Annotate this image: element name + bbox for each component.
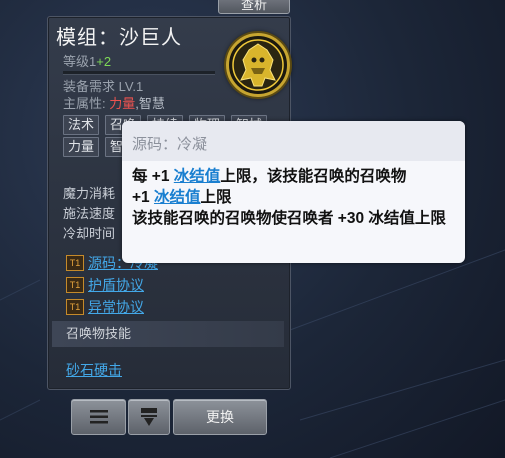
tier-badge-icon: T1 bbox=[66, 277, 84, 293]
keyword-freeze-value[interactable]: 冰结值 bbox=[174, 168, 221, 185]
summon-skill-link[interactable]: 砂石硬击 bbox=[66, 360, 122, 380]
attr-prefix: 主属性: bbox=[63, 96, 110, 111]
main-attribute: 主属性: 力量,智慧 bbox=[63, 93, 165, 112]
level-prefix: 等级 bbox=[63, 54, 90, 69]
swap-button[interactable] bbox=[128, 399, 170, 435]
tooltip-text: 每 +1 bbox=[132, 168, 174, 185]
tooltip-source: 源码：冷凝 bbox=[132, 136, 208, 153]
keyword-freeze-value[interactable]: 冰结值 bbox=[154, 189, 201, 206]
tooltip-body: 每 +1 冰结值上限，该技能召唤的召唤物 +1 冰结值上限 该技能召唤的召唤物使… bbox=[132, 166, 458, 229]
inspect-tab[interactable]: 查析 bbox=[218, 0, 290, 14]
keyword-tooltip: 源码：冷凝 每 +1 冰结值上限，该技能召唤的召唤物 +1 冰结值上限 该技能召… bbox=[122, 121, 465, 263]
tier-badge-icon: T1 bbox=[66, 299, 84, 315]
attr-secondary: 智慧 bbox=[138, 96, 165, 111]
level-bonus: +2 bbox=[96, 54, 112, 69]
tooltip-header: 源码：冷凝 bbox=[122, 121, 465, 161]
stat-cooldown: 冷却时间 bbox=[63, 226, 116, 241]
download-swap-icon bbox=[141, 408, 157, 426]
attr-primary: 力量 bbox=[109, 96, 136, 111]
golem-emblem-art bbox=[232, 39, 284, 91]
tag-spell: 法术 bbox=[63, 115, 100, 135]
link-shield-protocol[interactable]: 护盾协议 bbox=[88, 275, 144, 295]
sand-golem-icon bbox=[226, 33, 290, 97]
stat-mana-cost: 魔力消耗 bbox=[63, 186, 116, 201]
stat-list: 魔力消耗 施法速度 冷却时间 bbox=[63, 184, 115, 244]
tooltip-line-3: 该技能召唤的召唤物使召唤者 +30 冰结值上限 bbox=[132, 210, 446, 227]
divider bbox=[63, 71, 215, 75]
menu-button[interactable] bbox=[71, 399, 126, 435]
tier-badge-icon: T1 bbox=[66, 255, 84, 271]
link-anomaly-protocol[interactable]: 异常协议 bbox=[88, 297, 144, 317]
tooltip-line-1: 每 +1 冰结值上限，该技能召唤的召唤物 bbox=[132, 166, 458, 187]
stat-cast-speed: 施法速度 bbox=[63, 206, 116, 221]
tooltip-text: 上限 bbox=[200, 189, 232, 206]
tooltip-text: 上限，该技能召唤的召唤物 bbox=[220, 168, 407, 185]
summon-skill-section: 召唤物技能 bbox=[52, 321, 284, 347]
module-title: 模组：沙巨人 bbox=[56, 27, 182, 49]
tag-strength: 力量 bbox=[63, 137, 100, 157]
tooltip-text: +1 bbox=[132, 189, 154, 206]
module-level: 等级1+2 bbox=[63, 51, 111, 70]
menu-icon bbox=[89, 410, 108, 424]
tooltip-line-2: +1 冰结值上限 bbox=[132, 187, 458, 208]
replace-button[interactable]: 更换 bbox=[173, 399, 267, 435]
